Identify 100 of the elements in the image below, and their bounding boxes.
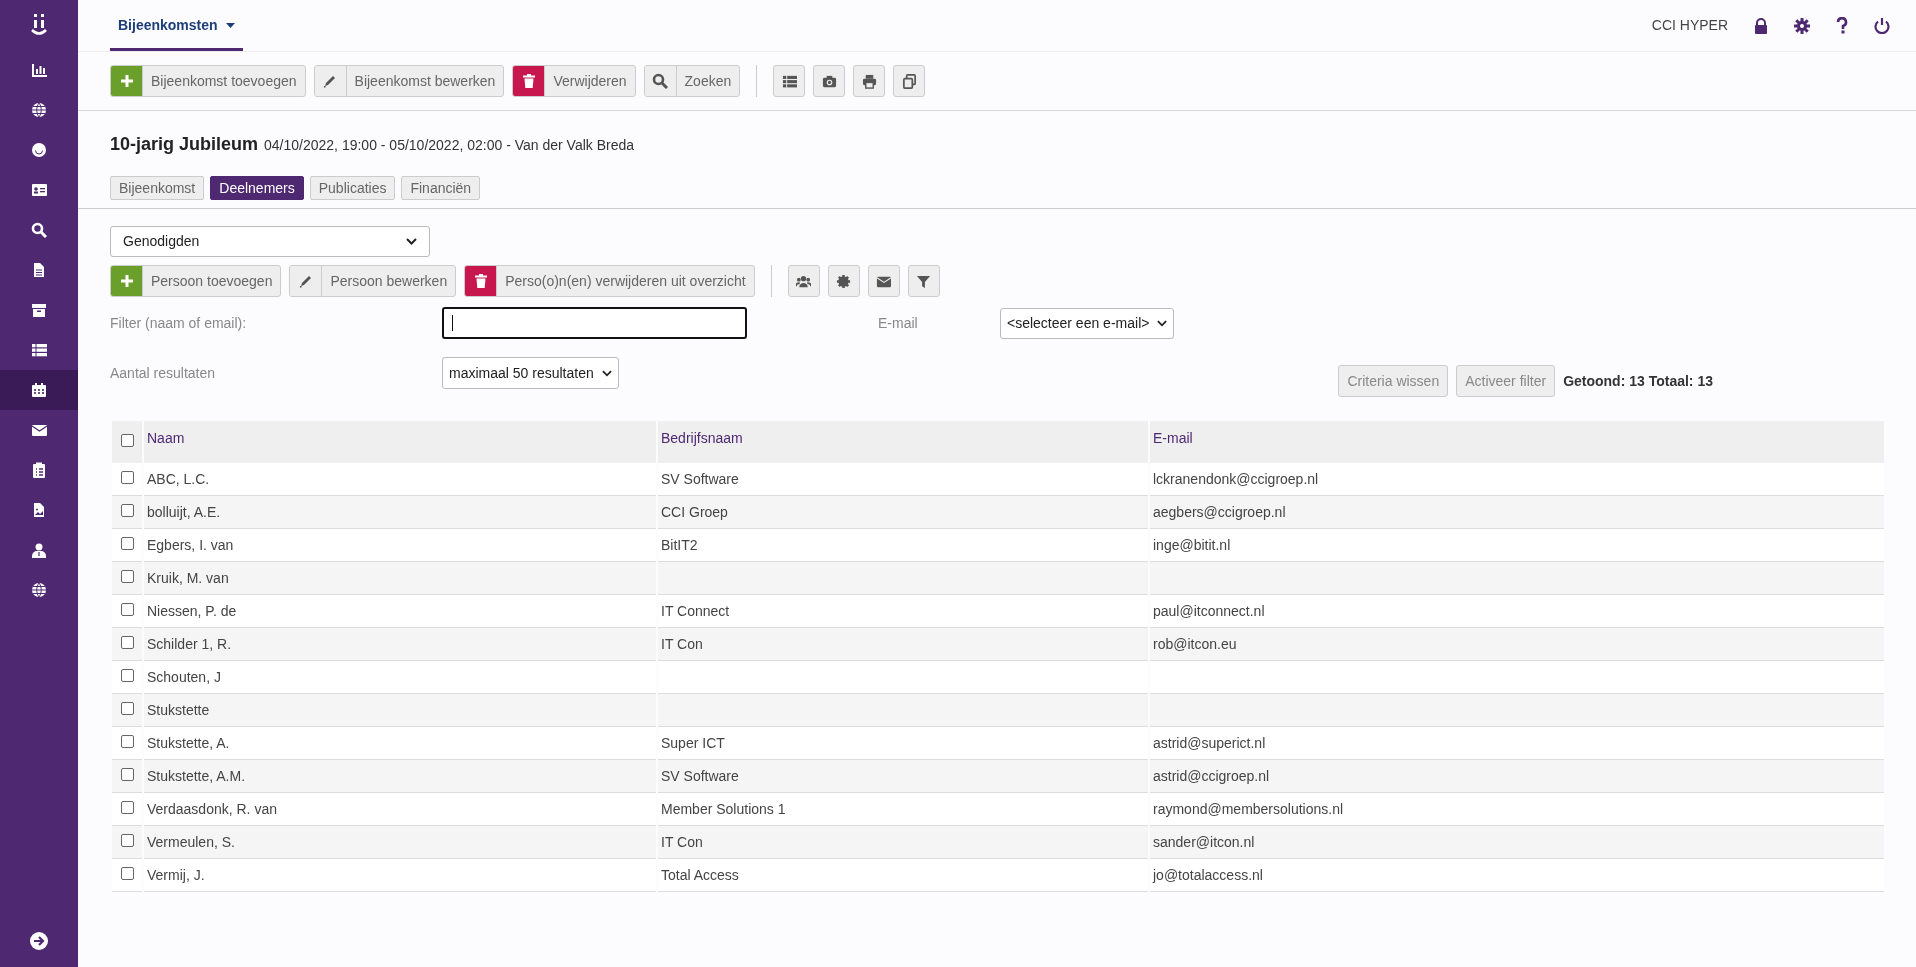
results-select[interactable]: maximaal 50 resultaten	[442, 357, 619, 389]
logo-icon	[30, 12, 48, 38]
icon-button[interactable]	[853, 65, 886, 97]
filter-button[interactable]: Criteria wissen	[1338, 365, 1449, 397]
table-cell: Egbers, I. van	[147, 536, 234, 553]
filter-button[interactable]: Activeer filter	[1456, 365, 1556, 397]
event-title: 10-jarig Jubileum	[110, 133, 259, 156]
checkbox[interactable]	[120, 536, 134, 550]
table-cell: IT Con	[661, 635, 703, 652]
table-cell: Stukstette, A.	[147, 734, 230, 751]
table-cell: astrid@ccigroep.nl	[1153, 767, 1270, 784]
table-cell: BitIT2	[661, 536, 698, 553]
trash-icon	[472, 273, 489, 289]
action-button[interactable]: Bijeenkomst bewerken	[313, 65, 505, 97]
help-icon[interactable]	[1836, 17, 1848, 34]
checkbox[interactable]	[120, 602, 134, 616]
filter-label: Filter (naam of email):	[110, 313, 248, 333]
copy-icon	[901, 73, 917, 89]
table-cell: IT Con	[661, 833, 703, 850]
table-cell: Stukstette, A.M.	[147, 767, 246, 784]
section-tab[interactable]: Financiën	[401, 176, 481, 200]
column-header[interactable]: E-mail	[1150, 421, 1884, 463]
action-button[interactable]: Perso(o)n(en) verwijderen uit overzicht	[464, 265, 755, 297]
column-header[interactable]: Naam	[144, 421, 656, 463]
id-card-icon	[31, 182, 47, 198]
pencil-icon	[297, 273, 314, 289]
table-cell: Vermeulen, S.	[147, 833, 235, 850]
trash-icon	[520, 73, 537, 89]
action-button[interactable]: Persoon toevoegen	[110, 265, 282, 297]
sidebar-item[interactable]	[0, 370, 78, 410]
list-icon	[31, 342, 47, 358]
checkbox[interactable]	[120, 635, 134, 649]
icon-button[interactable]	[867, 265, 900, 297]
plus-icon	[118, 73, 135, 89]
power-icon[interactable]	[1874, 17, 1890, 34]
icon-button[interactable]	[893, 65, 926, 97]
section-tab[interactable]: Deelnemers	[210, 176, 304, 200]
table-cell: aegbers@ccigroep.nl	[1153, 503, 1286, 520]
filter-input[interactable]	[442, 307, 747, 339]
checkbox[interactable]	[120, 800, 134, 814]
table-cell: SV Software	[661, 767, 739, 784]
globe-icon	[31, 102, 47, 118]
section-tab[interactable]: Publicaties	[309, 176, 396, 200]
checkbox[interactable]	[120, 701, 134, 715]
icon-button[interactable]	[827, 265, 860, 297]
user-name: CCI HYPER	[1651, 16, 1728, 35]
circle-icon	[31, 142, 47, 158]
action-button[interactable]: Persoon bewerken	[289, 265, 457, 297]
checkbox[interactable]	[120, 734, 134, 748]
table-cell: Total Access	[661, 866, 739, 883]
checkbox[interactable]	[120, 470, 134, 484]
table-cell: inge@bitit.nl	[1153, 536, 1231, 553]
camera-icon	[821, 73, 837, 89]
event-details: 04/10/2022, 19:00 - 05/10/2022, 02:00 - Van der Valk Breda	[264, 136, 635, 155]
table-cell: Schouten, J	[147, 668, 221, 685]
checkbox[interactable]	[120, 433, 134, 447]
table-cell: SV Software	[661, 470, 739, 487]
table-cell: Stukstette	[147, 701, 210, 718]
search-icon	[31, 222, 47, 238]
table-cell: ABC, L.C.	[147, 470, 210, 487]
icon-button[interactable]	[787, 265, 820, 297]
list-select[interactable]: Genodigden	[110, 226, 430, 257]
checkbox[interactable]	[120, 833, 134, 847]
table-cell: astrid@superict.nl	[1153, 734, 1266, 751]
action-button[interactable]: Bijeenkomst toevoegen	[110, 65, 306, 97]
icon-button[interactable]	[813, 65, 846, 97]
envelope-icon	[31, 422, 47, 438]
icon-button[interactable]	[907, 265, 940, 297]
email-select[interactable]: <selecteer een e-mail>	[1000, 307, 1175, 339]
printer-icon	[861, 73, 877, 89]
section-tab[interactable]: Bijeenkomst	[110, 176, 205, 200]
table-cell: Kruik, M. van	[147, 569, 229, 586]
checkbox[interactable]	[120, 767, 134, 781]
table-cell: lckranendonk@ccigroep.nl	[1153, 470, 1319, 487]
action-button[interactable]: Verwijderen	[512, 65, 636, 97]
table-cell: Verdaasdonk, R. van	[147, 800, 277, 817]
list-icon	[781, 73, 797, 89]
checkbox[interactable]	[120, 503, 134, 517]
checkbox[interactable]	[120, 668, 134, 682]
checkbox[interactable]	[120, 569, 134, 583]
table-cell: rob@itcon.eu	[1153, 635, 1237, 652]
bar-chart-icon	[31, 62, 47, 78]
checkbox[interactable]	[120, 866, 134, 880]
badge-icon	[836, 273, 852, 289]
table-cell: Schilder 1, R.	[147, 635, 232, 652]
action-button[interactable]: Zoeken	[643, 65, 741, 97]
chevron-down-icon	[406, 238, 417, 245]
table-cell: Vermij, J.	[147, 866, 205, 883]
table-cell: Super ICT	[661, 734, 725, 751]
table-cell: sander@itcon.nl	[1153, 833, 1255, 850]
nav-tab[interactable]: Bijeenkomsten	[110, 0, 243, 51]
users-icon	[796, 273, 812, 289]
search-icon	[652, 73, 669, 89]
lock-icon[interactable]	[1754, 17, 1768, 34]
archive-box-icon	[31, 302, 47, 318]
calendar-icon	[31, 382, 47, 398]
arrow-right-circle-icon[interactable]	[30, 932, 48, 950]
icon-button[interactable]	[773, 65, 806, 97]
column-header[interactable]: Bedrijfsnaam	[658, 421, 1148, 463]
settings-icon[interactable]	[1794, 17, 1810, 34]
